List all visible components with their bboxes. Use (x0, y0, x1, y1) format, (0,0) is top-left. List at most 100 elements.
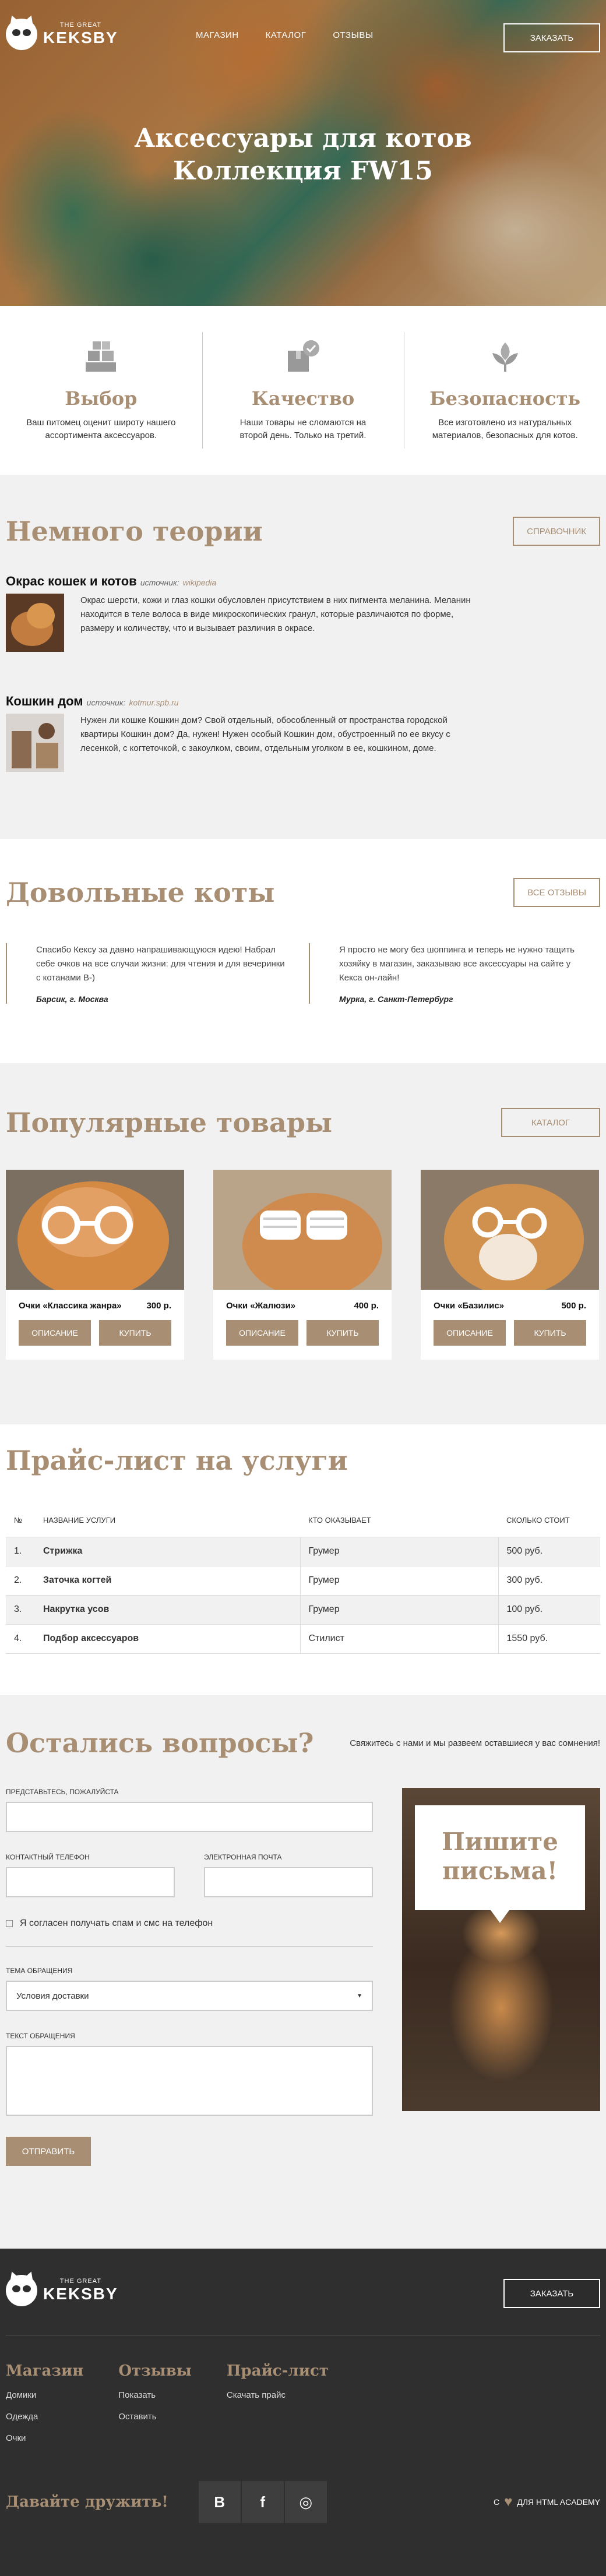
reference-button[interactable]: СПРАВОЧНИК (513, 517, 600, 546)
hero-line-2: Коллекция FW15 (172, 156, 434, 186)
feedback-subtitle: Свяжитесь с нами и мы развеем оставшиеся… (350, 1738, 600, 1748)
top-nav: THE GREAT KEKSBY МАГАЗИН КАТАЛОГ ОТЗЫВЫ … (0, 0, 606, 76)
footer-col-title: Отзывы (118, 2362, 192, 2380)
review: Я просто не могу без шоппинга и теперь н… (309, 943, 589, 1004)
logo-small: THE GREAT (59, 2278, 101, 2285)
col-provider: КТО ОКАЗЫВАЕТ (308, 1516, 371, 1525)
footer-link[interactable]: Скачать прайс (227, 2390, 329, 2400)
feature-title: Качество (251, 387, 355, 410)
product-price: 400 р. (354, 1301, 379, 1311)
section-title: Прайс-лист на услуги (6, 1445, 348, 1476)
footer-bottom: Давайте дружить! B f ◎ С ♥ ДЛЯ HTML ACAD… (6, 2479, 600, 2525)
logo[interactable]: THE GREAT KEKSBY (6, 13, 118, 50)
footer-logo[interactable]: THE GREAT KEKSBY (6, 2270, 118, 2306)
copyright[interactable]: С ♥ ДЛЯ HTML ACADEMY (494, 2494, 600, 2510)
logo-text: THE GREAT KEKSBY (43, 22, 118, 47)
description-button[interactable]: ОПИСАНИЕ (434, 1320, 506, 1346)
product-card: Очки «Базилис» 500 р. ОПИСАНИЕ КУПИТЬ (421, 1170, 599, 1360)
footer-col-prices: Прайс-лист Скачать прайс (227, 2362, 329, 2455)
main-menu: МАГАЗИН КАТАЛОГ ОТЗЫВЫ (196, 30, 374, 40)
quality-box-icon (288, 340, 319, 372)
review-author: Барсик, г. Москва (36, 994, 108, 1004)
footer-link[interactable]: Домики (6, 2390, 83, 2400)
instagram-icon[interactable]: ◎ (284, 2481, 327, 2523)
cat-photo: Пишите письма! (402, 1788, 600, 2111)
catalog-button[interactable]: КАТАЛОГ (501, 1108, 600, 1137)
send-button[interactable]: ОТПРАВИТЬ (6, 2137, 91, 2166)
footer-order-button[interactable]: ЗАКАЗАТЬ (503, 2279, 600, 2308)
hero-title: Аксессуары для котов Коллекция FW15 (0, 122, 606, 188)
theory-section: Немного теории СПРАВОЧНИК Окрас кошек и … (0, 475, 606, 839)
review: Спасибо Кексу за давно напрашивающуюся и… (6, 943, 286, 1004)
article-title: Окрас кошек и котов (6, 574, 137, 588)
facebook-icon[interactable]: f (241, 2481, 284, 2523)
consent-label: Я согласен получать спам и смс на телефо… (20, 1918, 213, 1928)
footer-link[interactable]: Оставить (118, 2412, 192, 2422)
message-label: ТЕКСТ ОБРАЩЕНИЯ (6, 2032, 75, 2040)
col-service: НАЗВАНИЕ УСЛУГИ (43, 1516, 116, 1525)
card-line-1: Пишите (442, 1827, 558, 1856)
nav-reviews[interactable]: ОТЗЫВЫ (333, 30, 373, 40)
description-button[interactable]: ОПИСАНИЕ (226, 1320, 298, 1346)
cell-price: 500 руб. (498, 1536, 600, 1566)
cell-service: Подбор аксессуаров (35, 1624, 300, 1654)
cell-provider: Грумер (300, 1565, 498, 1596)
feature-choice: Выбор Ваш питомец оценит широту нашего а… (0, 332, 202, 475)
message-textarea[interactable] (6, 2046, 373, 2116)
logo-big: KEKSBY (43, 2285, 118, 2303)
price-table: № НАЗВАНИЕ УСЛУГИ КТО ОКАЗЫВАЕТ СКОЛЬКО … (6, 1504, 600, 1654)
product-price: 300 р. (146, 1301, 171, 1311)
name-label: ПРЕДСТАВЬТЕСЬ, ПОЖАЛУЙСТА (6, 1788, 119, 1796)
copy-pre: С (494, 2497, 500, 2507)
divider (6, 1946, 373, 1947)
footer-link[interactable]: Очки (6, 2433, 83, 2443)
article-title: Кошкин дом (6, 694, 83, 708)
source-label: источник: (140, 578, 179, 587)
section-title: Немного теории (6, 516, 263, 547)
footer-links: Магазин Домики Одежда Очки Отзывы Показа… (6, 2362, 329, 2455)
buy-button[interactable]: КУПИТЬ (306, 1320, 379, 1346)
product-photo (6, 1170, 184, 1298)
logo-big: KEKSBY (43, 29, 118, 47)
topic-label: ТЕМА ОБРАЩЕНИЯ (6, 1967, 73, 1975)
checkbox-icon[interactable] (6, 1920, 13, 1927)
product-price: 500 р. (561, 1301, 586, 1311)
cell-price: 300 руб. (498, 1565, 600, 1596)
footer-link[interactable]: Одежда (6, 2412, 83, 2422)
nav-shop[interactable]: МАГАЗИН (196, 30, 239, 40)
prices-section: Прайс-лист на услуги № НАЗВАНИЕ УСЛУГИ К… (0, 1424, 606, 1695)
heart-icon: ♥ (504, 2494, 513, 2510)
feature-text: Наши товары не сломаются на второй день.… (239, 418, 367, 440)
product-name: Очки «Жалюзи» (226, 1301, 296, 1311)
phone-label: КОНТАКТНЫЙ ТЕЛЕФОН (6, 1853, 90, 1861)
article-text: Нужен ли кошке Кошкин дом? Свой отдельны… (80, 715, 450, 753)
description-button[interactable]: ОПИСАНИЕ (19, 1320, 91, 1346)
source-link[interactable]: kotmur.spb.ru (129, 698, 178, 707)
buy-button[interactable]: КУПИТЬ (514, 1320, 586, 1346)
footer-link[interactable]: Показать (118, 2390, 192, 2400)
nav-catalog[interactable]: КАТАЛОГ (266, 30, 306, 40)
feedback-form: ПРЕДСТАВЬТЕСЬ, ПОЖАЛУЙСТА КОНТАКТНЫЙ ТЕЛ… (6, 1788, 373, 2166)
social-links: B f ◎ (198, 2481, 327, 2523)
cell-price: 100 руб. (498, 1594, 600, 1625)
logo-small: THE GREAT (59, 22, 101, 29)
leaf-icon (492, 343, 518, 372)
all-reviews-button[interactable]: ВСЕ ОТЗЫВЫ (513, 878, 600, 907)
cell-provider: Стилист (300, 1624, 498, 1654)
feature-text: Ваш питомец оценит широту нашего ассорти… (26, 418, 176, 440)
consent-checkbox[interactable]: Я согласен получать спам и смс на телефо… (6, 1918, 373, 1929)
topic-select[interactable]: Условия доставки ▼ (6, 1981, 373, 2011)
phone-field[interactable] (6, 1867, 175, 1897)
source-link[interactable]: wikipedia (183, 578, 217, 587)
buy-button[interactable]: КУПИТЬ (99, 1320, 171, 1346)
email-field[interactable] (204, 1867, 373, 1897)
review-author: Мурка, г. Санкт-Петербург (339, 994, 453, 1004)
col-number: № (14, 1516, 22, 1525)
name-field[interactable] (6, 1802, 373, 1832)
dropdown-arrow-icon: ▼ (357, 1992, 362, 1999)
card-line-2: письма! (442, 1857, 558, 1885)
table-row: 2. Заточка когтей Грумер 300 руб. (6, 1565, 600, 1596)
vk-icon[interactable]: B (198, 2481, 241, 2523)
feature-text: Все изготовлено из натуральных материало… (432, 418, 578, 440)
order-button[interactable]: ЗАКАЗАТЬ (503, 23, 600, 52)
